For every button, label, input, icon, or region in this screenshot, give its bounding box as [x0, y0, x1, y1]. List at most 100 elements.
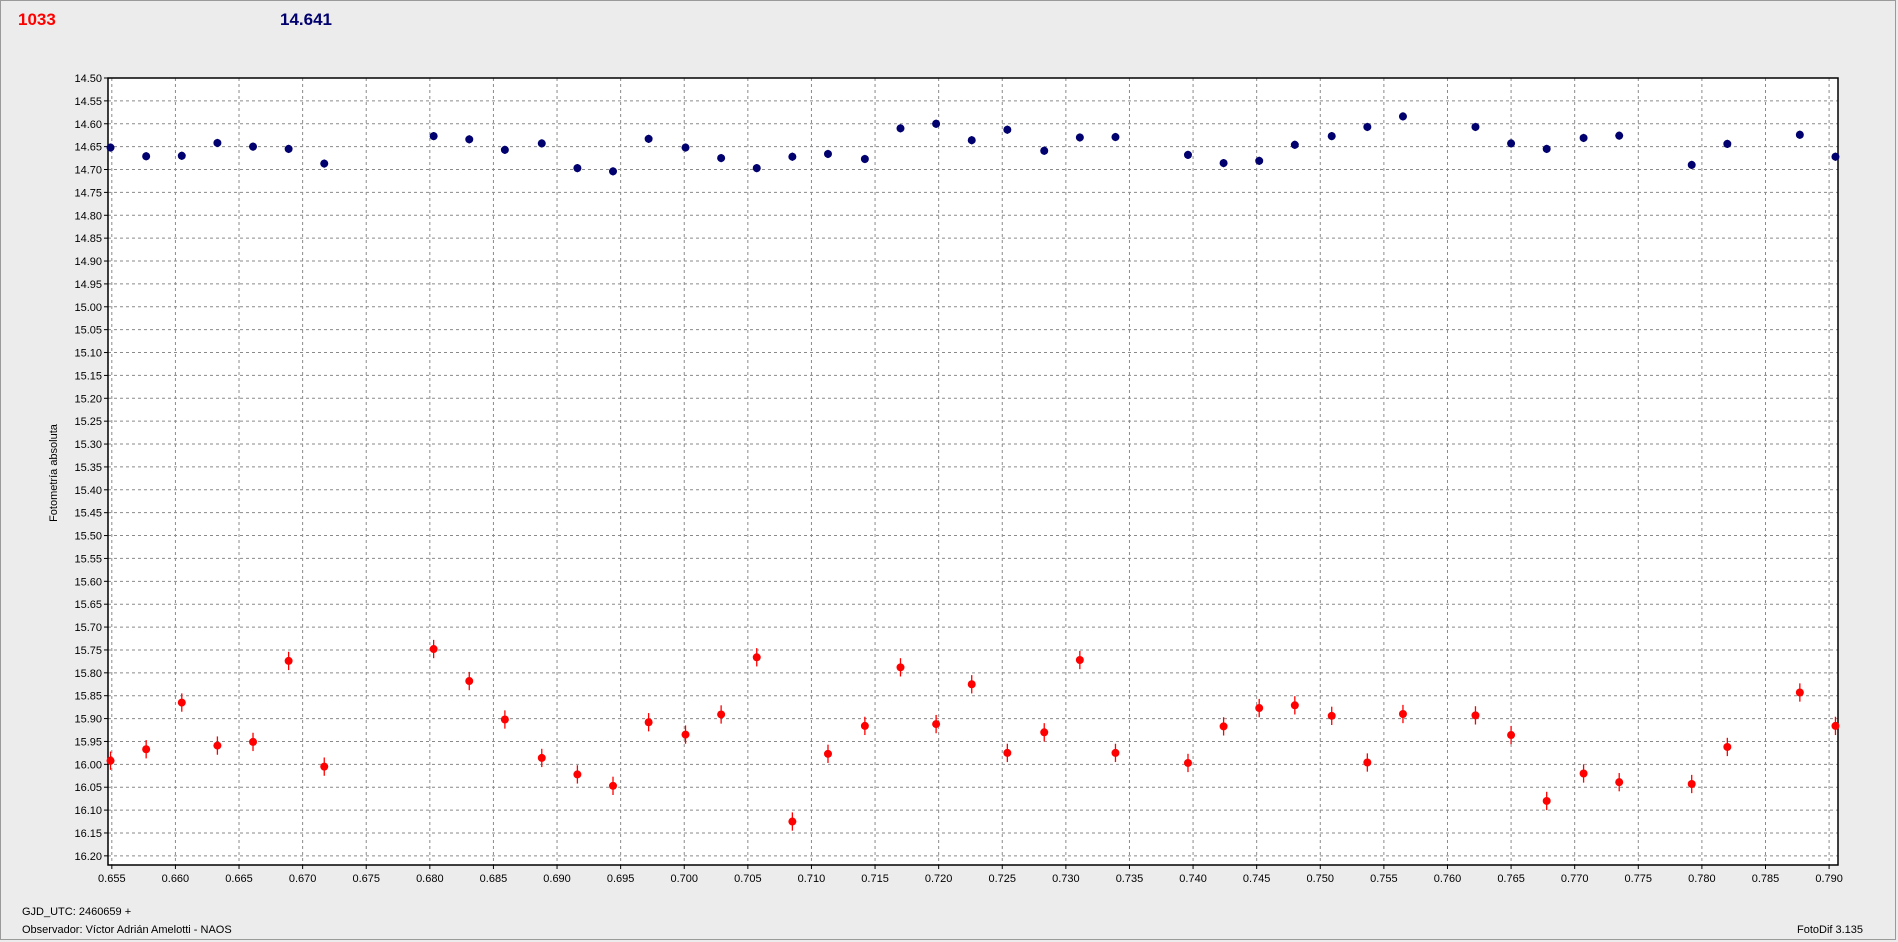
x-tick-label: 0.775 [1625, 873, 1653, 885]
data-point [1507, 139, 1516, 148]
data-point [752, 653, 761, 662]
x-tick-label: 0.725 [988, 873, 1016, 885]
data-point [717, 154, 726, 163]
data-point [1255, 156, 1264, 165]
data-point [1255, 704, 1264, 713]
data-point [1003, 748, 1012, 757]
x-tick-label: 0.770 [1561, 873, 1589, 885]
y-tick-label: 15.95 [74, 736, 102, 748]
data-point [1831, 152, 1840, 161]
data-point [1290, 701, 1299, 710]
x-tick-label: 0.785 [1752, 873, 1780, 885]
x-tick-label: 0.750 [1307, 873, 1335, 885]
data-point [1795, 688, 1804, 697]
y-tick-label: 15.05 [74, 325, 102, 337]
data-point [1327, 132, 1336, 141]
data-point [681, 143, 690, 152]
data-point [465, 135, 474, 144]
y-tick-label: 15.55 [74, 553, 102, 565]
y-tick-label: 15.00 [74, 302, 102, 314]
data-point [1183, 150, 1192, 159]
x-tick-label: 0.755 [1370, 873, 1398, 885]
data-point [1040, 146, 1049, 155]
y-tick-label: 15.90 [74, 714, 102, 726]
data-point [1687, 160, 1696, 169]
data-point [1327, 711, 1336, 720]
data-point [609, 781, 618, 790]
y-tick-label: 15.45 [74, 508, 102, 520]
x-tick-label: 0.675 [352, 873, 380, 885]
data-point [788, 817, 797, 826]
y-tick-label: 15.20 [74, 393, 102, 405]
y-tick-label: 16.15 [74, 828, 102, 840]
photometry-chart: 0.655 0.660 0.665 0.670 0.675 0.680 0.685 0.690… [74, 73, 1842, 885]
y-tick-label: 15.30 [74, 439, 102, 451]
y-tick-label: 16.05 [74, 782, 102, 794]
y-tick-label: 14.55 [74, 96, 102, 108]
y-tick-label: 14.70 [74, 165, 102, 177]
data-point [932, 720, 941, 729]
data-point [142, 745, 151, 754]
data-point [573, 164, 582, 173]
version-label: FotoDif 3.135 [1797, 924, 1864, 936]
x-tick-label: 0.735 [1116, 873, 1144, 885]
data-point [537, 753, 546, 762]
data-point [1507, 731, 1516, 740]
data-point [284, 144, 293, 153]
data-point [213, 741, 222, 750]
y-tick-label: 16.10 [74, 805, 102, 817]
data-point [823, 149, 832, 158]
data-point [177, 698, 186, 707]
data-point [1723, 742, 1732, 751]
data-point [644, 718, 653, 727]
observer-label: Observador: Víctor Adrián Amelotti - NAO… [22, 924, 232, 936]
x-tick-label: 0.690 [543, 873, 571, 885]
data-point [1183, 758, 1192, 767]
x-tick-label: 0.705 [734, 873, 762, 885]
data-point [752, 164, 761, 173]
data-point [1471, 711, 1480, 720]
data-point [213, 138, 222, 147]
data-point [1111, 748, 1120, 757]
y-tick-label: 15.65 [74, 599, 102, 611]
data-point [1398, 710, 1407, 719]
y-tick-label: 14.65 [74, 142, 102, 154]
y-tick-label: 15.10 [74, 348, 102, 360]
data-point [1219, 159, 1228, 168]
y-tick-label: 16.00 [74, 759, 102, 771]
y-tick-label: 14.80 [74, 210, 102, 222]
data-point [823, 749, 832, 758]
y-tick-label: 15.15 [74, 370, 102, 382]
x-tick-label: 0.765 [1497, 873, 1525, 885]
y-tick-label: 15.40 [74, 485, 102, 497]
data-point [967, 136, 976, 145]
y-tick-label: 14.50 [74, 73, 102, 85]
y-tick-label: 15.50 [74, 531, 102, 543]
x-tick-label: 0.695 [607, 873, 635, 885]
data-point [429, 645, 438, 654]
data-point [896, 663, 905, 672]
data-point [1219, 722, 1228, 731]
data-point [1040, 728, 1049, 737]
data-point [320, 159, 329, 168]
data-point [1111, 133, 1120, 142]
data-point [788, 152, 797, 161]
data-point [1075, 656, 1084, 665]
data-point [1542, 796, 1551, 805]
data-point [1615, 778, 1624, 787]
y-tick-label: 15.70 [74, 622, 102, 634]
y-tick-label: 15.80 [74, 668, 102, 680]
x-tick-label: 0.760 [1434, 873, 1462, 885]
data-point [1398, 112, 1407, 121]
data-point [177, 151, 186, 160]
data-point [465, 677, 474, 686]
data-point [1579, 769, 1588, 778]
plot-area [108, 78, 1838, 865]
data-point [249, 142, 258, 151]
data-point [106, 143, 115, 152]
data-point [249, 737, 258, 746]
data-point [896, 124, 905, 133]
x-tick-label: 0.680 [416, 873, 444, 885]
data-point [537, 139, 546, 148]
data-point [142, 152, 151, 161]
